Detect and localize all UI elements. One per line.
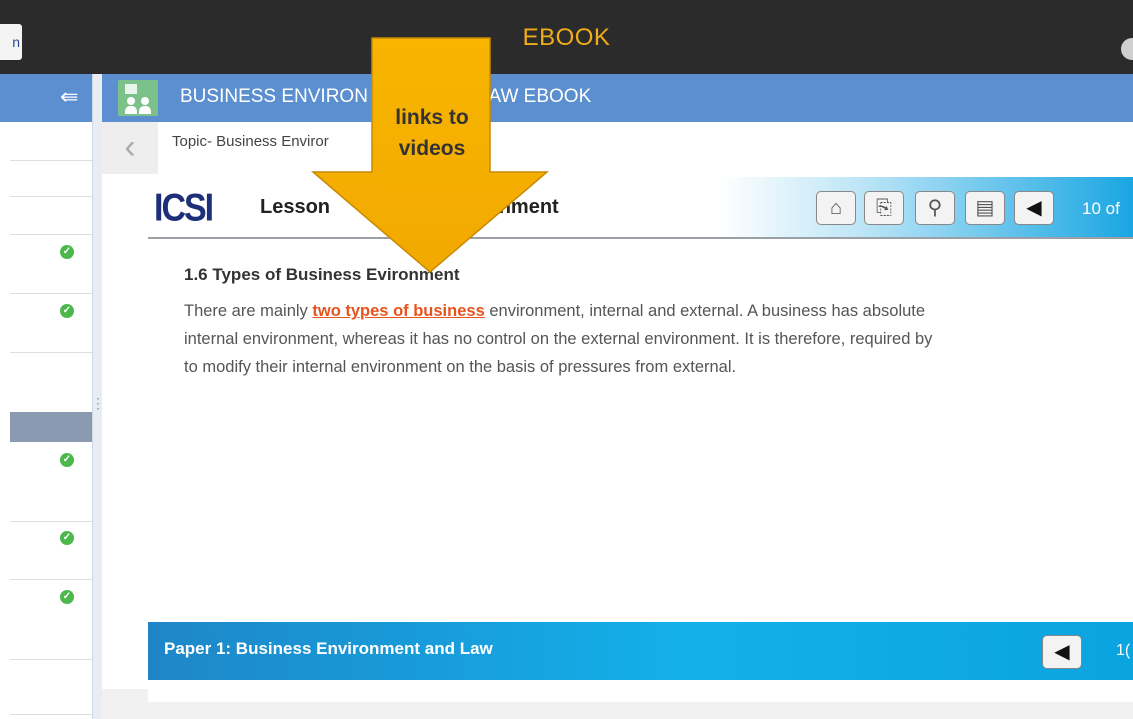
callout-label: links to videos bbox=[395, 106, 469, 160]
edit-icon[interactable]: ▤ bbox=[965, 191, 1005, 225]
sidebar-header: ⇚ bbox=[0, 74, 92, 122]
notes-icon[interactable]: ⎘ bbox=[864, 191, 904, 225]
sidebar-divider bbox=[10, 352, 92, 353]
topic-label: Topic- Business Enviror bbox=[172, 133, 329, 150]
paper-label: Paper 1: Business Environment and Law bbox=[164, 639, 493, 658]
sidebar-divider bbox=[10, 579, 92, 580]
video-link[interactable]: two types of business bbox=[312, 302, 484, 320]
app-topbar: n EBOOK bbox=[0, 0, 1133, 74]
sidebar-divider bbox=[10, 234, 92, 235]
completed-check-icon: ✓ bbox=[60, 304, 74, 318]
sidebar-divider bbox=[10, 160, 92, 161]
app-title: EBOOK bbox=[522, 24, 611, 51]
collapse-sidebar-icon[interactable]: ⇚ bbox=[60, 85, 78, 109]
page-count: 10 of bbox=[1082, 199, 1120, 218]
icsi-logo: ICSI bbox=[154, 186, 214, 230]
briefcase-icon[interactable]: ⌂ bbox=[816, 191, 856, 225]
sidebar-item-active[interactable] bbox=[10, 412, 92, 442]
sidebar-divider bbox=[10, 659, 92, 660]
lesson-title: Lesson vironment bbox=[260, 196, 559, 218]
search-icon[interactable]: ⚲ bbox=[915, 191, 955, 225]
topic-bar: ‹ Topic- Business Enviror bbox=[102, 122, 1133, 174]
sidebar-divider bbox=[10, 196, 92, 197]
sidebar-divider bbox=[10, 521, 92, 522]
book-cover-icon bbox=[118, 80, 158, 116]
completed-check-icon: ✓ bbox=[60, 453, 74, 467]
completed-check-icon: ✓ bbox=[60, 531, 74, 545]
book-header: BUSINESS ENVIRON LAW EBOOK bbox=[102, 74, 1133, 122]
sidebar-divider bbox=[10, 293, 92, 294]
page-footer: Paper 1: Business Environment and Law ◀ … bbox=[148, 622, 1133, 680]
section-title: 1.6 Types of Business Evironment bbox=[184, 265, 460, 284]
completed-check-icon: ✓ bbox=[60, 245, 74, 259]
footer-previous-icon[interactable]: ◀ bbox=[1042, 635, 1082, 669]
sidebar-divider bbox=[10, 714, 92, 715]
reader-panel: BUSINESS ENVIRON LAW EBOOK ‹ Topic- Busin… bbox=[102, 74, 1133, 719]
globe-icon[interactable] bbox=[1121, 38, 1133, 60]
completed-check-icon: ✓ bbox=[60, 590, 74, 604]
footer-page-count: 1( bbox=[1116, 642, 1131, 659]
back-button[interactable]: ‹ bbox=[102, 122, 158, 174]
lesson-header: ICSI Lesson vironment ⌂ ⎘ ⚲ ▤ ◀ 10 of bbox=[148, 177, 1133, 239]
section-paragraph: There are mainly two types of business e… bbox=[184, 302, 933, 376]
sidebar: ⇚ ✓ ✓ ✓ ✓ ✓ bbox=[0, 74, 92, 719]
panel-splitter[interactable]: ⋮ bbox=[91, 74, 105, 719]
previous-icon[interactable]: ◀ bbox=[1014, 191, 1054, 225]
